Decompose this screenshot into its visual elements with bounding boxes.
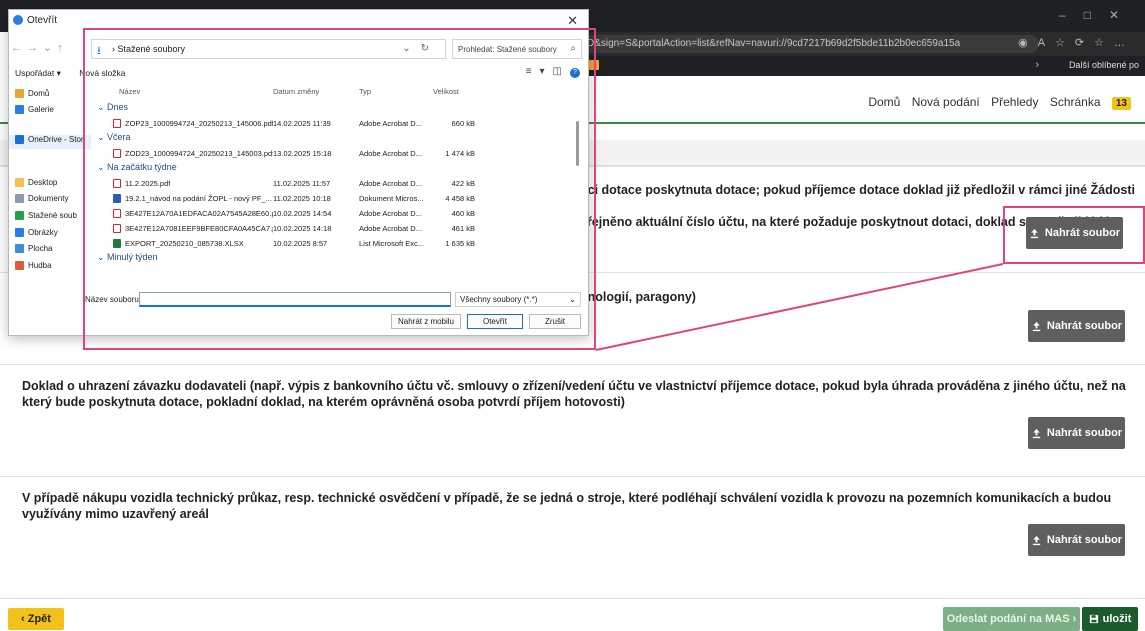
chevron-right-icon[interactable]: › [1035,59,1039,71]
nav-new-submissions[interactable]: Nová podání [912,95,980,109]
favorites-bar: › Další oblíbené po [575,56,1145,76]
sidebar-item-8[interactable]: Hudba [15,261,52,270]
sidebar-item-4[interactable]: Dokumenty [15,194,68,203]
window-controls[interactable]: –□✕ [1059,8,1137,22]
upload-icon [1032,535,1041,545]
gallery-icon [15,105,24,114]
sidebar-item-label: Plocha [28,244,53,253]
highlight-dialog-box [83,28,596,350]
dialog-title: Otevřít [27,15,58,26]
sidebar-item-1[interactable]: Galerie [15,105,54,114]
music-icon [15,261,24,270]
pictures-icon [15,228,24,237]
nav-home[interactable]: Domů [868,95,900,109]
highlight-upload-box [1003,206,1145,264]
sidebar-item-7[interactable]: Plocha [15,244,52,253]
browser-app-icon [13,15,23,25]
organize-button[interactable]: Uspořádat ▾ [15,68,61,78]
sidebar-item-2[interactable]: OneDrive - Stor [15,135,84,144]
desktop-icon [15,178,24,187]
address-bar-icons[interactable]: ◉A☆⟳☆… [1018,36,1135,49]
sidebar-item-label: Obrázky [28,228,58,237]
other-favorites[interactable]: Další oblíbené po [1069,60,1139,70]
nav-inbox[interactable]: Schránka [1050,95,1101,109]
form-footer: ‹ Zpět Odeslat podání na MAS › uložit [0,598,1145,631]
nav-overviews[interactable]: Přehledy [991,95,1038,109]
floppy-disk-icon [1089,614,1098,624]
section-3-text: Doklad o uhrazení závazku dodavateli (na… [22,379,1126,409]
back-button[interactable]: ‹ Zpět [8,608,64,630]
sidebar-item-label: Stažené soub [28,211,77,220]
cloud-icon [15,135,24,144]
upload-button-2[interactable]: Nahrát soubor [1028,310,1125,342]
dialog-sidebar: Domů Galerie OneDrive - Stor Desktop Dokumen… [9,86,91,292]
address-bar[interactable]: D&sign=S&portalAction=list&refNav=navuri… [575,32,1145,56]
send-to-mas-button[interactable]: Odeslat podání na MAS › [943,607,1080,631]
upload-button-3[interactable]: Nahrát soubor [1028,417,1125,449]
download-icon [15,211,24,220]
save-button[interactable]: uložit [1082,607,1138,631]
documents-icon [15,194,24,203]
section-2-text: hnologií, paragony) [580,290,696,304]
upload-icon [1032,428,1041,438]
inbox-count-badge: 13 [1111,97,1131,110]
sidebar-item-label: Domů [28,89,50,98]
upload-button-4[interactable]: Nahrát soubor [1028,524,1125,556]
sidebar-item-label: Hudba [28,261,52,270]
url-text[interactable]: D&sign=S&portalAction=list&refNav=navuri… [579,35,1039,53]
nav-arrows[interactable]: ←→⌄↑ [11,41,68,54]
sidebar-item-label: Dokumenty [28,194,69,203]
upload-icon [1032,321,1041,331]
sidebar-item-6[interactable]: Obrázky [15,228,58,237]
sidebar-item-label: Galerie [28,105,54,114]
folder-icon [15,244,24,253]
sidebar-item-label: Desktop [28,178,58,187]
section-4-text: V případě nákupu vozidla technický průka… [22,491,1112,521]
home-icon [15,89,24,98]
sidebar-item-0[interactable]: Domů [15,89,49,98]
sidebar-item-5[interactable]: Stažené soub [15,211,77,220]
sidebar-item-label: OneDrive - Stor [28,135,84,144]
sidebar-item-3[interactable]: Desktop [15,178,57,187]
close-icon[interactable]: ✕ [567,13,578,29]
